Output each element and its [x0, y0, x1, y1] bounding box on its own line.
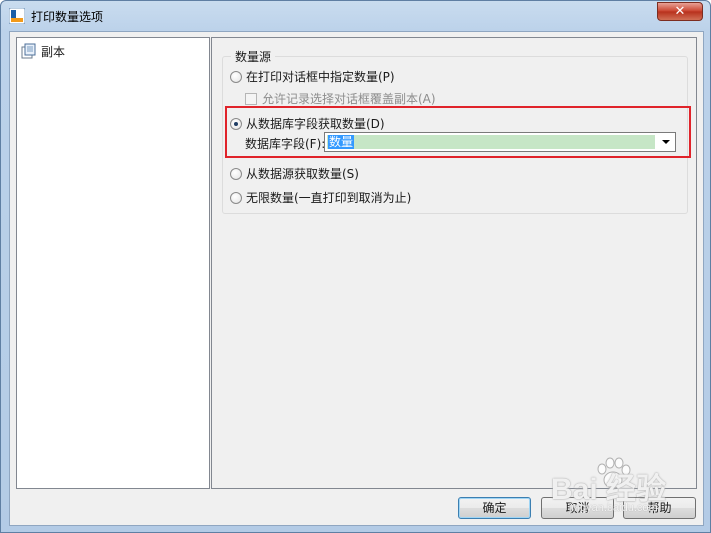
- tree-item-copies[interactable]: 副本: [21, 42, 65, 60]
- radio-label: 在打印对话框中指定数量(P): [246, 70, 395, 84]
- radio-button-icon: [230, 167, 242, 180]
- tree-item-label: 副本: [41, 44, 66, 59]
- radio-button-icon: [230, 70, 242, 83]
- ok-button[interactable]: 确定: [458, 497, 531, 519]
- radio-specify-in-print-dialog[interactable]: 在打印对话框中指定数量(P): [230, 68, 395, 85]
- database-field-label: 数据库字段(F):: [245, 137, 326, 151]
- radio-from-database-field[interactable]: 从数据库字段获取数量(D): [230, 115, 385, 132]
- checkbox-allow-override[interactable]: 允许记录选择对话框覆盖副本(A): [245, 90, 436, 107]
- radio-label: 无限数量(一直打印到取消为止): [246, 191, 412, 205]
- chevron-down-icon[interactable]: [657, 134, 674, 150]
- radio-button-checked-icon: [230, 117, 242, 130]
- category-tree[interactable]: 副本: [16, 37, 210, 489]
- combo-fill: [327, 135, 655, 149]
- cancel-button[interactable]: 取消: [541, 497, 614, 519]
- close-icon: ✕: [674, 4, 686, 19]
- checkbox-label: 允许记录选择对话框覆盖副本(A): [262, 92, 436, 106]
- radio-from-data-source[interactable]: 从数据源获取数量(S): [230, 165, 359, 182]
- app-icon: [9, 8, 25, 24]
- radio-unlimited-quantity[interactable]: 无限数量(一直打印到取消为止): [230, 189, 411, 206]
- options-panel: 数量源 在打印对话框中指定数量(P) 允许记录选择对话框覆盖副本(A) 从数据库…: [211, 37, 697, 489]
- copies-icon: [21, 43, 36, 59]
- radio-label: 从数据库字段获取数量(D): [246, 117, 385, 131]
- radio-button-icon: [230, 191, 242, 204]
- checkbox-icon: [245, 92, 257, 105]
- radio-label: 从数据源获取数量(S): [246, 167, 359, 181]
- close-button[interactable]: ✕: [657, 2, 703, 21]
- dialog-client: 副本 数量源 在打印对话框中指定数量(P) 允许记录选择对话框覆盖副本(A) 从…: [9, 31, 704, 526]
- group-legend: 数量源: [231, 48, 276, 65]
- window-title: 打印数量选项: [31, 10, 104, 24]
- help-button[interactable]: 帮助: [623, 497, 696, 519]
- dialog-window: 打印数量选项 ✕ 副本 数量源 在打印对话框中指定数量(P) 允许记录选择对话框…: [0, 0, 711, 533]
- title-bar[interactable]: 打印数量选项 ✕: [1, 1, 710, 31]
- combo-selected-value: 数量: [328, 135, 355, 149]
- database-field-combobox[interactable]: 数量: [324, 132, 676, 152]
